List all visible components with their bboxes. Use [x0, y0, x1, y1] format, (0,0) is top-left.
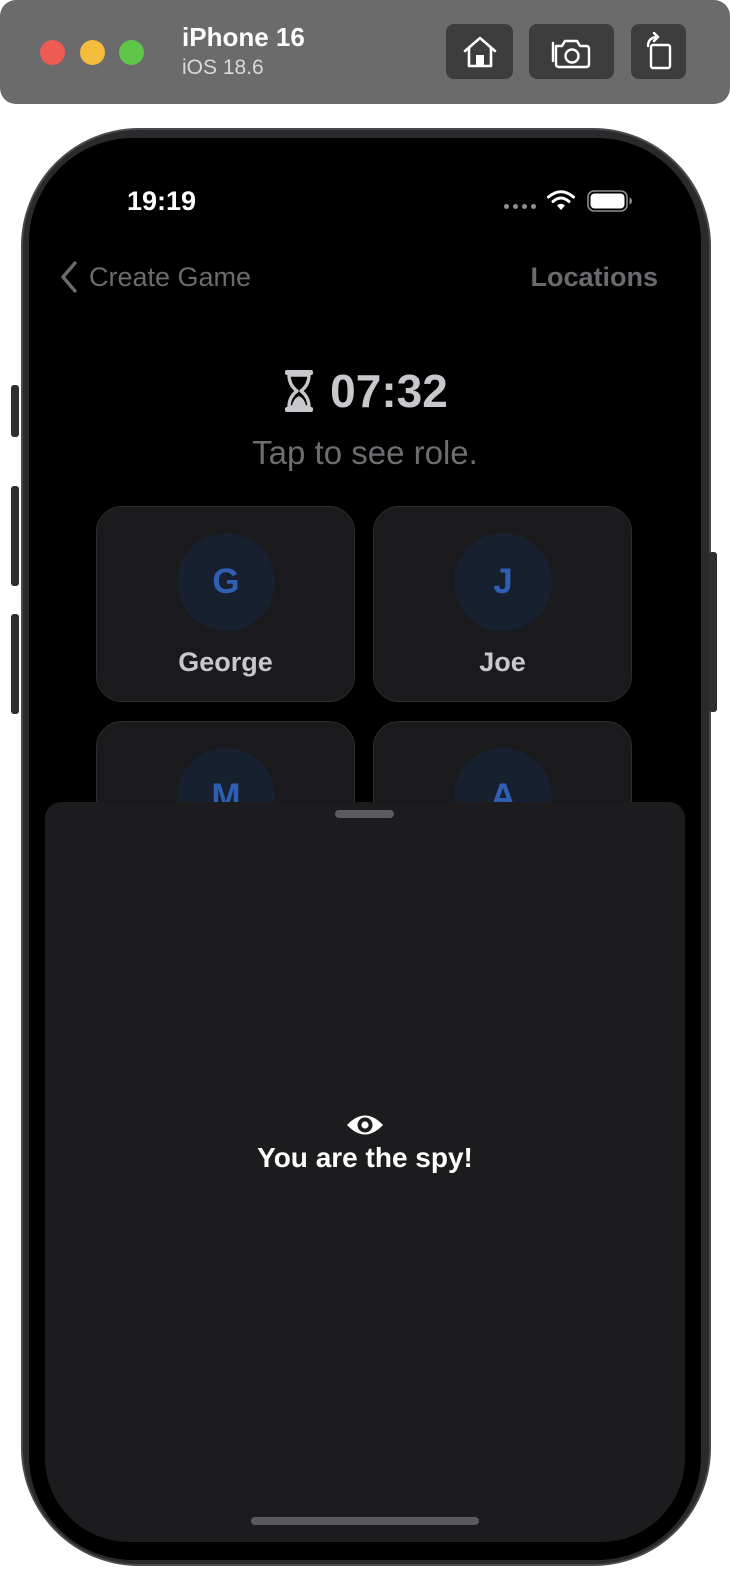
locations-button[interactable]: Locations [530, 262, 658, 293]
hourglass-icon [285, 370, 314, 412]
rotate-icon [646, 31, 671, 69]
action-button [11, 385, 19, 437]
tap-hint: Tap to see role. [252, 434, 478, 471]
role-message: You are the spy! [257, 1142, 473, 1173]
avatar: G [177, 533, 275, 631]
back-button-label: Create Game [89, 261, 252, 292]
battery-icon [587, 190, 632, 212]
back-button[interactable]: Create Game [59, 260, 251, 294]
zoom-window-button[interactable] [119, 40, 144, 65]
role-sheet[interactable]: You are the spy! [45, 802, 685, 1542]
volume-down-button [11, 614, 19, 714]
screenshot-button[interactable] [529, 24, 614, 79]
wifi-icon [547, 190, 575, 210]
timer-value: 07:32 [330, 365, 448, 417]
game-timer: 07:32 [29, 364, 701, 418]
os-version: iOS 18.6 [182, 56, 264, 79]
eye-icon [347, 1115, 383, 1135]
home-indicator[interactable] [251, 1517, 479, 1525]
player-name: Joe [479, 647, 526, 677]
volume-up-button [11, 486, 19, 586]
minimize-window-button[interactable] [80, 40, 105, 65]
close-window-button[interactable] [40, 40, 65, 65]
screenshot-icon [551, 39, 590, 68]
home-button[interactable] [446, 24, 513, 79]
status-time: 19:19 [127, 186, 197, 216]
chevron-left-icon [61, 261, 77, 293]
cellular-signal-icon [504, 204, 536, 209]
home-icon [463, 36, 496, 67]
device-name: iPhone 16 [182, 22, 305, 52]
player-name: George [178, 647, 273, 677]
avatar: J [454, 533, 552, 631]
player-card-joe[interactable]: J Joe [373, 506, 632, 702]
phone-screen: 19:19 Create Game Locations 07:32 Tap to… [29, 138, 701, 1560]
simulator-toolbar: iPhone 16 iOS 18.6 [0, 0, 730, 104]
player-card-george[interactable]: G George [96, 506, 355, 702]
sheet-grabber[interactable] [335, 810, 394, 818]
power-button [709, 552, 717, 712]
rotate-button[interactable] [631, 24, 686, 79]
